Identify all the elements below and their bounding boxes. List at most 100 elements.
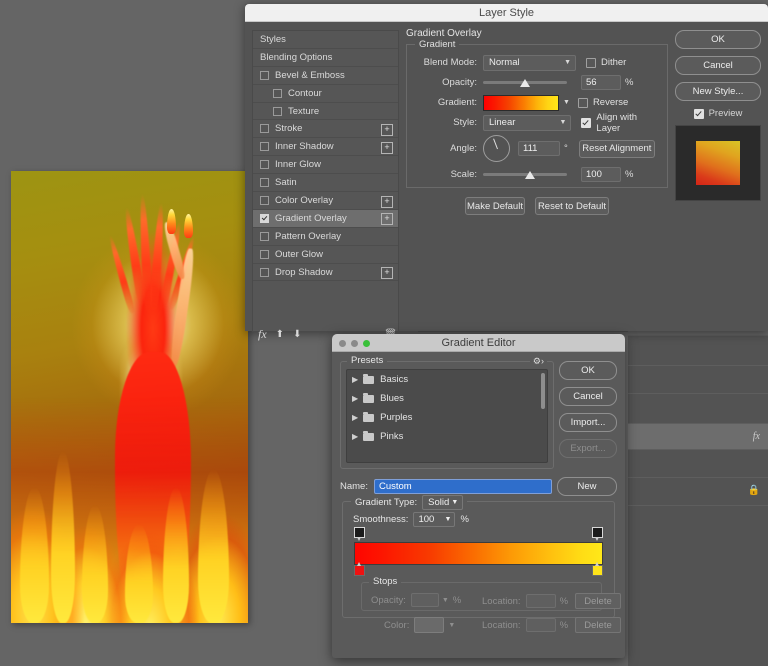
- layers-panel-row[interactable]: [628, 449, 768, 478]
- preview-checkbox[interactable]: [693, 108, 704, 119]
- effect-checkbox[interactable]: [260, 124, 269, 134]
- effect-checkbox[interactable]: [273, 106, 282, 116]
- delete-opacity-stop-button: Delete: [575, 593, 622, 609]
- opacity-stop[interactable]: [592, 527, 603, 541]
- sidebar-item-stroke[interactable]: Stroke +: [253, 120, 398, 139]
- add-effect-icon[interactable]: +: [381, 267, 393, 280]
- gradient-bar[interactable]: [354, 542, 603, 565]
- slider-thumb[interactable]: [519, 78, 530, 87]
- preview-option[interactable]: Preview: [675, 108, 761, 119]
- layers-panel-row[interactable]: [628, 365, 768, 394]
- effects-list[interactable]: Styles Blending Options Bevel & Emboss C…: [252, 30, 399, 332]
- chevron-right-icon[interactable]: ▶: [352, 413, 358, 422]
- gear-icon[interactable]: ⚙›: [529, 356, 547, 367]
- opacity-input[interactable]: 56: [581, 75, 621, 90]
- add-effect-icon[interactable]: +: [381, 213, 393, 226]
- reverse-option[interactable]: Reverse: [577, 97, 628, 108]
- cancel-button[interactable]: Cancel: [559, 387, 617, 406]
- move-up-icon[interactable]: ⬆: [276, 329, 284, 340]
- slider-thumb[interactable]: [525, 170, 535, 179]
- sidebar-item-blending-options[interactable]: Blending Options: [253, 49, 398, 67]
- minimize-button[interactable]: [351, 339, 358, 347]
- sidebar-item-outer-glow[interactable]: Outer Glow: [253, 246, 398, 264]
- sidebar-item-gradient-overlay[interactable]: Gradient Overlay +: [253, 209, 398, 228]
- color-stop[interactable]: [592, 562, 603, 576]
- style-select[interactable]: Linear ▼: [483, 114, 572, 131]
- smoothness-select[interactable]: 100 ▼: [413, 512, 456, 527]
- angle-input[interactable]: 111: [518, 141, 560, 156]
- sidebar-item-contour[interactable]: Contour: [253, 85, 398, 103]
- ok-button[interactable]: OK: [559, 361, 617, 380]
- effect-checkbox[interactable]: [273, 88, 282, 98]
- make-default-button[interactable]: Make Default: [465, 197, 525, 215]
- reset-alignment-button[interactable]: Reset Alignment: [578, 139, 655, 158]
- sidebar-item-bevel-emboss[interactable]: Bevel & Emboss: [253, 67, 398, 85]
- gradient-swatch[interactable]: [483, 94, 559, 111]
- gradient-editor-titlebar[interactable]: Gradient Editor: [332, 334, 625, 352]
- opacity-slider[interactable]: [483, 77, 567, 89]
- preset-folder-basics[interactable]: ▶ Basics: [347, 370, 547, 389]
- layers-panel-row[interactable]: [628, 335, 768, 366]
- preset-folder-pinks[interactable]: ▶ Pinks: [347, 427, 547, 446]
- layers-panel-row-selected[interactable]: fx: [628, 423, 768, 450]
- maximize-button[interactable]: [363, 339, 370, 347]
- angle-dial[interactable]: [483, 135, 510, 162]
- presets-scrollbar[interactable]: [541, 373, 545, 409]
- add-effect-icon[interactable]: +: [381, 195, 393, 208]
- align-with-layer-option[interactable]: Align with Layer: [581, 112, 659, 134]
- sidebar-item-styles[interactable]: Styles: [253, 31, 398, 49]
- sidebar-item-drop-shadow[interactable]: Drop Shadow +: [253, 264, 398, 282]
- sidebar-item-pattern-overlay[interactable]: Pattern Overlay: [253, 228, 398, 246]
- scale-input[interactable]: 100: [581, 167, 621, 182]
- effect-checkbox[interactable]: [260, 213, 269, 223]
- new-style-button[interactable]: New Style...: [675, 82, 761, 101]
- effect-checkbox[interactable]: [260, 178, 269, 188]
- add-effect-icon[interactable]: +: [381, 141, 393, 154]
- import-button[interactable]: Import...: [559, 413, 617, 432]
- presets-list[interactable]: ▶ Basics ▶ Blues ▶ Purples ▶ Pinks: [346, 369, 548, 463]
- preset-folder-purples[interactable]: ▶ Purples: [347, 408, 547, 427]
- gradient-type-select[interactable]: Solid ▼: [422, 495, 464, 510]
- effect-checkbox[interactable]: [260, 160, 269, 170]
- name-input[interactable]: Custom: [373, 479, 552, 494]
- chevron-right-icon[interactable]: ▶: [352, 432, 358, 441]
- close-button[interactable]: [339, 339, 346, 347]
- sidebar-item-inner-glow[interactable]: Inner Glow: [253, 156, 398, 175]
- layers-panel-row[interactable]: 🔒: [628, 477, 768, 506]
- sidebar-item-satin[interactable]: Satin: [253, 174, 398, 193]
- blend-mode-select[interactable]: Normal ▼: [483, 54, 576, 71]
- effect-checkbox[interactable]: [260, 267, 269, 277]
- scale-slider[interactable]: [483, 169, 567, 181]
- layer-style-titlebar[interactable]: Layer Style: [245, 4, 768, 22]
- layer-style-dialog[interactable]: Layer Style Styles Blending Options Beve…: [245, 4, 768, 341]
- preset-folder-blues[interactable]: ▶ Blues: [347, 389, 547, 408]
- document-canvas[interactable]: [11, 171, 248, 623]
- reverse-checkbox[interactable]: [577, 97, 588, 108]
- layers-panel-row[interactable]: [628, 393, 768, 424]
- layers-panel-row[interactable]: [628, 505, 768, 666]
- effect-checkbox[interactable]: [260, 249, 269, 259]
- new-button[interactable]: New: [557, 477, 617, 496]
- sidebar-item-texture[interactable]: Texture: [253, 103, 398, 121]
- effect-checkbox[interactable]: [260, 142, 269, 152]
- align-with-layer-checkbox[interactable]: [581, 117, 592, 128]
- gradient-editor-dialog[interactable]: Gradient Editor Presets ⚙› ▶ Basics ▶ Bl…: [332, 334, 625, 658]
- fx-icon[interactable]: fx: [258, 327, 267, 342]
- chevron-down-icon[interactable]: ▼: [563, 99, 570, 106]
- sidebar-item-color-overlay[interactable]: Color Overlay +: [253, 192, 398, 210]
- opacity-stop[interactable]: [354, 527, 365, 541]
- effect-checkbox[interactable]: [260, 231, 269, 241]
- dither-option[interactable]: Dither: [586, 57, 626, 68]
- ok-button[interactable]: OK: [675, 30, 761, 49]
- effect-checkbox[interactable]: [260, 195, 269, 205]
- cancel-button[interactable]: Cancel: [675, 56, 761, 75]
- chevron-right-icon[interactable]: ▶: [352, 394, 358, 403]
- reset-to-default-button[interactable]: Reset to Default: [535, 197, 609, 215]
- effect-checkbox[interactable]: [260, 70, 269, 80]
- color-stop[interactable]: [354, 562, 365, 576]
- dither-checkbox[interactable]: [586, 57, 596, 68]
- move-down-icon[interactable]: ⬇: [293, 329, 301, 340]
- add-effect-icon[interactable]: +: [381, 123, 393, 136]
- sidebar-item-inner-shadow[interactable]: Inner Shadow +: [253, 138, 398, 157]
- chevron-right-icon[interactable]: ▶: [352, 375, 358, 384]
